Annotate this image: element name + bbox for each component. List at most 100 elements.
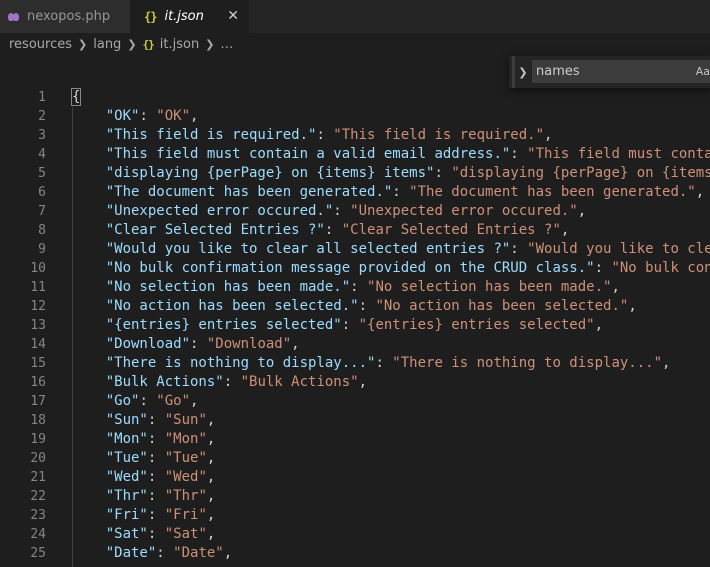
code-line[interactable]: 16 "Bulk Actions": "Bulk Actions", (0, 373, 710, 392)
code-line[interactable]: 25 "Date": "Date", (0, 544, 710, 563)
json-value: "Sat" (164, 526, 207, 542)
open-brace: { (70, 88, 82, 106)
code-line[interactable]: 10 "No bulk confirmation message provide… (0, 259, 710, 278)
code-line[interactable]: 3 "This field is required.": "This field… (0, 126, 710, 145)
json-key: "Fri" (105, 507, 148, 523)
chevron-right-icon: ❯ (127, 37, 137, 51)
json-value: "Unexpected error occured." (350, 203, 578, 219)
code-line[interactable]: 5 "displaying {perPage} on {items} items… (0, 164, 710, 183)
json-value: "{entries} entries selected" (358, 317, 595, 333)
breadcrumb-item-lang[interactable]: lang (93, 37, 121, 52)
line-number: 5 (38, 166, 46, 181)
json-value: "This field must contain a valid email a… (527, 146, 710, 162)
code-line[interactable]: 15 "There is nothing to display...": "Th… (0, 354, 710, 373)
line-number: 12 (30, 299, 46, 314)
json-value: "No action has been selected." (375, 298, 629, 314)
code-content: "This field must contain a valid email a… (72, 145, 710, 164)
json-key: "Sun" (105, 412, 148, 428)
tab-it-json[interactable]: {} it.json ✕ (130, 0, 249, 33)
json-value: "Download" (206, 336, 292, 352)
line-number: 10 (30, 261, 46, 276)
toggle-replace-chevron-icon[interactable]: ❯ (512, 56, 531, 88)
code-line[interactable]: 17 "Go": "Go", (0, 392, 710, 411)
json-value: "Thr" (164, 488, 207, 504)
code-line[interactable]: 1{ (0, 88, 710, 107)
line-number: 9 (38, 242, 46, 257)
code-editor[interactable]: 1{2 "OK": "OK", 3 "This field is required… (0, 88, 710, 567)
code-content: "displaying {perPage} on {items} items":… (72, 164, 710, 183)
match-case-button[interactable]: Aa (696, 65, 710, 78)
code-line[interactable]: 21 "Wed": "Wed", (0, 468, 710, 487)
json-value: "Sun" (164, 412, 207, 428)
code-content: "Unexpected error occured.": "Unexpected… (105, 203, 587, 219)
code-content: { (70, 88, 82, 107)
code-line[interactable]: 13 "{entries} entries selected": "{entri… (0, 316, 710, 335)
code-line[interactable]: 6 "The document has been generated.": "T… (0, 183, 710, 202)
code-line[interactable]: 14 "Download": "Download", (0, 335, 710, 354)
code-content: "No action has been selected.": "No acti… (105, 298, 637, 314)
json-key: "No action has been selected." (105, 298, 359, 314)
code-line[interactable]: 11 "No selection has been made.": "No se… (0, 278, 710, 297)
tab-bar: nexopos.php {} it.json ✕ (0, 0, 710, 33)
line-number: 1 (38, 90, 46, 105)
line-number: 15 (30, 356, 46, 371)
code-content: "Go": "Go", (105, 393, 199, 409)
tab-nexopos-php[interactable]: nexopos.php (0, 0, 130, 33)
code-line[interactable]: 7 "Unexpected error occured.": "Unexpect… (0, 202, 710, 221)
json-key: "{entries} entries selected" (105, 317, 342, 333)
code-content: "Fri": "Fri", (105, 507, 216, 523)
code-content: "Date": "Date", (105, 545, 233, 561)
close-icon[interactable]: ✕ (227, 8, 239, 24)
line-number: 4 (38, 147, 46, 162)
code-line[interactable]: 20 "Tue": "Tue", (0, 449, 710, 468)
code-content: "No bulk confirmation message provided o… (72, 259, 710, 278)
code-content: "Mon": "Mon", (105, 431, 216, 447)
code-content: "Would you like to clear all selected en… (72, 240, 710, 259)
code-line[interactable]: 4 "This field must contain a valid email… (0, 145, 710, 164)
code-content: "{entries} entries selected": "{entries}… (105, 317, 604, 333)
json-key: "Would you like to clear all selected en… (105, 241, 511, 257)
breadcrumb-item-file[interactable]: it.json (160, 37, 199, 52)
tab-label: nexopos.php (27, 9, 111, 24)
code-line[interactable]: 8 "Clear Selected Entries ?": "Clear Sel… (0, 221, 710, 240)
code-content: "Bulk Actions": "Bulk Actions", (105, 374, 368, 390)
code-content: "Wed": "Wed", (105, 469, 216, 485)
find-input[interactable] (532, 60, 710, 83)
code-content: "No selection has been made.": "No selec… (105, 279, 620, 295)
breadcrumb-item-resources[interactable]: resources (9, 37, 72, 52)
json-key: "displaying {perPage} on {items} items" (105, 165, 435, 181)
code-line[interactable]: 9 "Would you like to clear all selected … (0, 240, 710, 259)
code-content: "Clear Selected Entries ?": "Clear Selec… (105, 222, 570, 238)
code-line[interactable]: 23 "Fri": "Fri", (0, 506, 710, 525)
line-number: 20 (30, 451, 46, 466)
code-line[interactable]: 19 "Mon": "Mon", (0, 430, 710, 449)
json-key: "No selection has been made." (105, 279, 351, 295)
code-line[interactable]: 12 "No action has been selected.": "No a… (0, 297, 710, 316)
line-number: 18 (30, 413, 46, 428)
code-content: "OK": "OK", (105, 108, 199, 124)
line-number: 7 (38, 204, 46, 219)
code-line[interactable]: 24 "Sat": "Sat", (0, 525, 710, 544)
code-line[interactable]: 2 "OK": "OK", (0, 107, 710, 126)
code-content: "Sun": "Sun", (105, 412, 216, 428)
php-file-icon (8, 12, 20, 22)
json-value: "The document has been generated." (409, 184, 696, 200)
json-value: "There is nothing to display..." (392, 355, 663, 371)
code-line[interactable]: 22 "Thr": "Thr", (0, 487, 710, 506)
line-number: 19 (30, 432, 46, 447)
json-value: "This field is required." (333, 127, 545, 143)
code-content: "This field is required.": "This field i… (105, 127, 553, 143)
json-key: "Download" (105, 336, 191, 352)
line-number: 8 (38, 223, 46, 238)
line-number: 11 (30, 280, 46, 295)
line-number: 3 (38, 128, 46, 143)
editor-window: nexopos.php {} it.json ✕ resources ❯ lan… (0, 0, 710, 567)
line-number: 6 (38, 185, 46, 200)
json-key: "Clear Selected Entries ?" (105, 222, 325, 238)
code-content: "Download": "Download", (105, 336, 300, 352)
json-key: "Thr" (105, 488, 148, 504)
code-line[interactable]: 18 "Sun": "Sun", (0, 411, 710, 430)
breadcrumb-item-symbols[interactable]: … (220, 37, 233, 52)
chevron-right-icon: ❯ (78, 37, 88, 51)
line-number: 25 (30, 546, 46, 561)
